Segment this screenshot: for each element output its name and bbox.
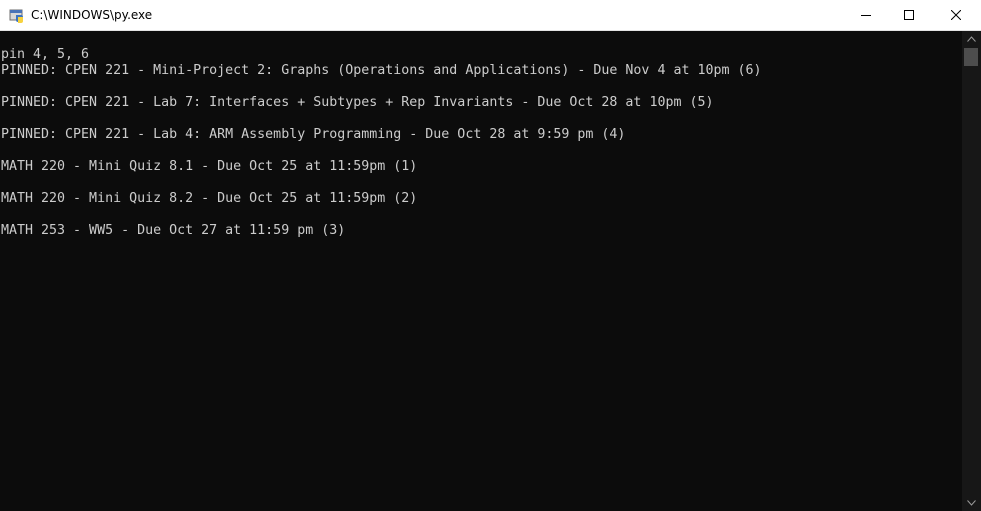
maximize-button[interactable] (886, 0, 932, 30)
console-line: MATH 220 - Mini Quiz 8.1 - Due Oct 25 at… (1, 159, 418, 174)
minimize-icon (861, 15, 871, 16)
scrollbar-thumb[interactable] (964, 48, 978, 66)
minimize-button[interactable] (843, 0, 889, 30)
close-icon (951, 10, 961, 20)
title-bar[interactable]: C:\WINDOWS\py.exe (0, 0, 981, 31)
close-button[interactable] (933, 0, 979, 30)
maximize-icon (904, 10, 914, 20)
console-output[interactable]: pin 4, 5, 6 PINNED: CPEN 221 - Mini-Proj… (0, 31, 962, 511)
console-line: PINNED: CPEN 221 - Lab 7: Interfaces + S… (1, 95, 714, 110)
scroll-down-button[interactable] (962, 495, 981, 511)
console-line: MATH 220 - Mini Quiz 8.2 - Due Oct 25 at… (1, 191, 418, 206)
chevron-down-icon (967, 500, 976, 506)
python-icon (9, 9, 23, 23)
console-line: pin 4, 5, 6 (1, 47, 90, 62)
console-line: PINNED: CPEN 221 - Lab 4: ARM Assembly P… (1, 127, 626, 142)
vertical-scrollbar[interactable] (962, 31, 981, 511)
chevron-up-icon (967, 36, 976, 42)
scroll-up-button[interactable] (962, 31, 981, 47)
console-line: MATH 253 - WW5 - Due Oct 27 at 11:59 pm … (1, 223, 346, 238)
console-window: C:\WINDOWS\py.exe pin 4, 5, 6 PINNED: CP… (0, 0, 981, 511)
window-title: C:\WINDOWS\py.exe (31, 8, 153, 22)
console-line: PINNED: CPEN 221 - Mini-Project 2: Graph… (1, 63, 762, 78)
